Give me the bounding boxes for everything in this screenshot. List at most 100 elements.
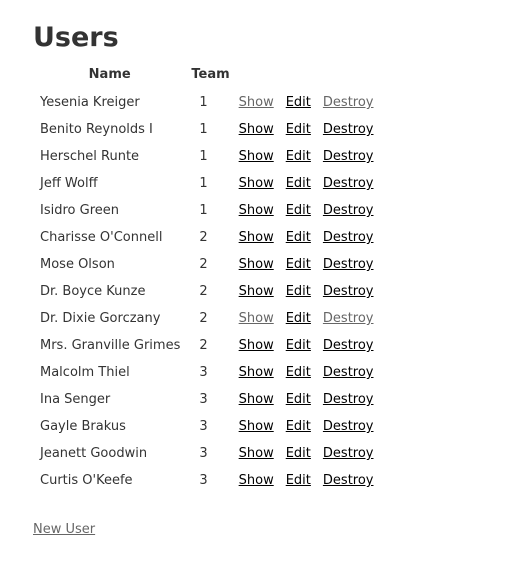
edit-link[interactable]: Edit (286, 203, 311, 218)
destroy-link[interactable]: Destroy (323, 122, 374, 137)
edit-link[interactable]: Edit (286, 284, 311, 299)
table-row: Dr. Dixie Gorczany 2 Show Edit Destroy (33, 305, 380, 332)
destroy-link[interactable]: Destroy (323, 446, 374, 461)
user-team-cell: 3 (199, 473, 208, 488)
destroy-link[interactable]: Destroy (323, 473, 374, 488)
show-cell: Show (235, 332, 280, 359)
table-row: Jeanett Goodwin 3 Show Edit Destroy (33, 440, 380, 467)
table-row: Mose Olson 2 Show Edit Destroy (33, 251, 380, 278)
destroy-cell: Destroy (317, 332, 380, 359)
table-row: Malcolm Thiel 3 Show Edit Destroy (33, 359, 380, 386)
user-team-cell: 3 (199, 392, 208, 407)
user-name-cell: Benito Reynolds I (40, 122, 153, 137)
table-row: Ina Senger 3 Show Edit Destroy (33, 386, 380, 413)
edit-cell: Edit (280, 197, 317, 224)
users-table-header: Name Team (33, 68, 380, 89)
user-team-cell: 2 (199, 284, 208, 299)
show-cell: Show (235, 467, 280, 494)
user-team-cell: 1 (199, 149, 208, 164)
show-link[interactable]: Show (239, 392, 274, 407)
table-row: Mrs. Granville Grimes 2 Show Edit Destroy (33, 332, 380, 359)
edit-link[interactable]: Edit (286, 338, 311, 353)
user-name-cell: Mose Olson (40, 257, 115, 272)
table-row: Charisse O'Connell 2 Show Edit Destroy (33, 224, 380, 251)
edit-link[interactable]: Edit (286, 473, 311, 488)
show-cell: Show (235, 440, 280, 467)
destroy-link[interactable]: Destroy (323, 419, 374, 434)
show-link[interactable]: Show (239, 122, 274, 137)
show-link[interactable]: Show (239, 419, 274, 434)
edit-link[interactable]: Edit (286, 446, 311, 461)
destroy-cell: Destroy (317, 305, 380, 332)
show-link[interactable]: Show (239, 446, 274, 461)
edit-cell: Edit (280, 467, 317, 494)
user-team-cell: 2 (199, 230, 208, 245)
show-link[interactable]: Show (239, 365, 274, 380)
table-row: Yesenia Kreiger 1 Show Edit Destroy (33, 89, 380, 116)
show-cell: Show (235, 143, 280, 170)
show-link[interactable]: Show (239, 257, 274, 272)
user-name-cell: Dr. Dixie Gorczany (40, 311, 161, 326)
edit-cell: Edit (280, 440, 317, 467)
destroy-link[interactable]: Destroy (323, 365, 374, 380)
show-link[interactable]: Show (239, 149, 274, 164)
new-user-link[interactable]: New User (33, 522, 95, 537)
show-link[interactable]: Show (239, 95, 274, 110)
user-name-cell: Dr. Boyce Kunze (40, 284, 146, 299)
user-name-cell: Jeff Wolff (40, 176, 98, 191)
destroy-link[interactable]: Destroy (323, 203, 374, 218)
show-link[interactable]: Show (239, 230, 274, 245)
edit-link[interactable]: Edit (286, 149, 311, 164)
column-header-actions (235, 68, 380, 89)
edit-link[interactable]: Edit (286, 311, 311, 326)
edit-link[interactable]: Edit (286, 176, 311, 191)
user-name-cell: Malcolm Thiel (40, 365, 130, 380)
show-link[interactable]: Show (239, 473, 274, 488)
table-row: Herschel Runte 1 Show Edit Destroy (33, 143, 380, 170)
show-link[interactable]: Show (239, 311, 274, 326)
show-link[interactable]: Show (239, 284, 274, 299)
page-title: Users (33, 22, 119, 53)
destroy-link[interactable]: Destroy (323, 149, 374, 164)
edit-link[interactable]: Edit (286, 122, 311, 137)
destroy-link[interactable]: Destroy (323, 311, 374, 326)
edit-link[interactable]: Edit (286, 230, 311, 245)
user-team-cell: 1 (199, 176, 208, 191)
destroy-link[interactable]: Destroy (323, 176, 374, 191)
destroy-link[interactable]: Destroy (323, 284, 374, 299)
destroy-link[interactable]: Destroy (323, 338, 374, 353)
destroy-link[interactable]: Destroy (323, 257, 374, 272)
destroy-link[interactable]: Destroy (323, 392, 374, 407)
user-team-cell: 2 (199, 338, 208, 353)
show-cell: Show (235, 89, 280, 116)
user-name-cell: Mrs. Granville Grimes (40, 338, 181, 353)
edit-link[interactable]: Edit (286, 419, 311, 434)
table-row: Dr. Boyce Kunze 2 Show Edit Destroy (33, 278, 380, 305)
show-link[interactable]: Show (239, 203, 274, 218)
table-row: Benito Reynolds I 1 Show Edit Destroy (33, 116, 380, 143)
users-table-body: Yesenia Kreiger 1 Show Edit Destroy Benito Re… (33, 89, 380, 494)
destroy-cell: Destroy (317, 224, 380, 251)
edit-link[interactable]: Edit (286, 365, 311, 380)
users-table: Name Team Yesenia Kreiger 1 Show Edit Destro… (33, 68, 380, 494)
edit-cell: Edit (280, 89, 317, 116)
show-cell: Show (235, 359, 280, 386)
edit-cell: Edit (280, 251, 317, 278)
user-name-cell: Charisse O'Connell (40, 230, 163, 245)
table-row: Isidro Green 1 Show Edit Destroy (33, 197, 380, 224)
edit-cell: Edit (280, 413, 317, 440)
show-link[interactable]: Show (239, 176, 274, 191)
edit-link[interactable]: Edit (286, 392, 311, 407)
edit-cell: Edit (280, 386, 317, 413)
destroy-cell: Destroy (317, 251, 380, 278)
show-link[interactable]: Show (239, 338, 274, 353)
destroy-link[interactable]: Destroy (323, 230, 374, 245)
user-name-cell: Yesenia Kreiger (40, 95, 140, 110)
edit-cell: Edit (280, 278, 317, 305)
user-team-cell: 3 (199, 419, 208, 434)
destroy-link[interactable]: Destroy (323, 95, 374, 110)
edit-link[interactable]: Edit (286, 95, 311, 110)
edit-link[interactable]: Edit (286, 257, 311, 272)
user-name-cell: Ina Senger (40, 392, 111, 407)
destroy-cell: Destroy (317, 359, 380, 386)
